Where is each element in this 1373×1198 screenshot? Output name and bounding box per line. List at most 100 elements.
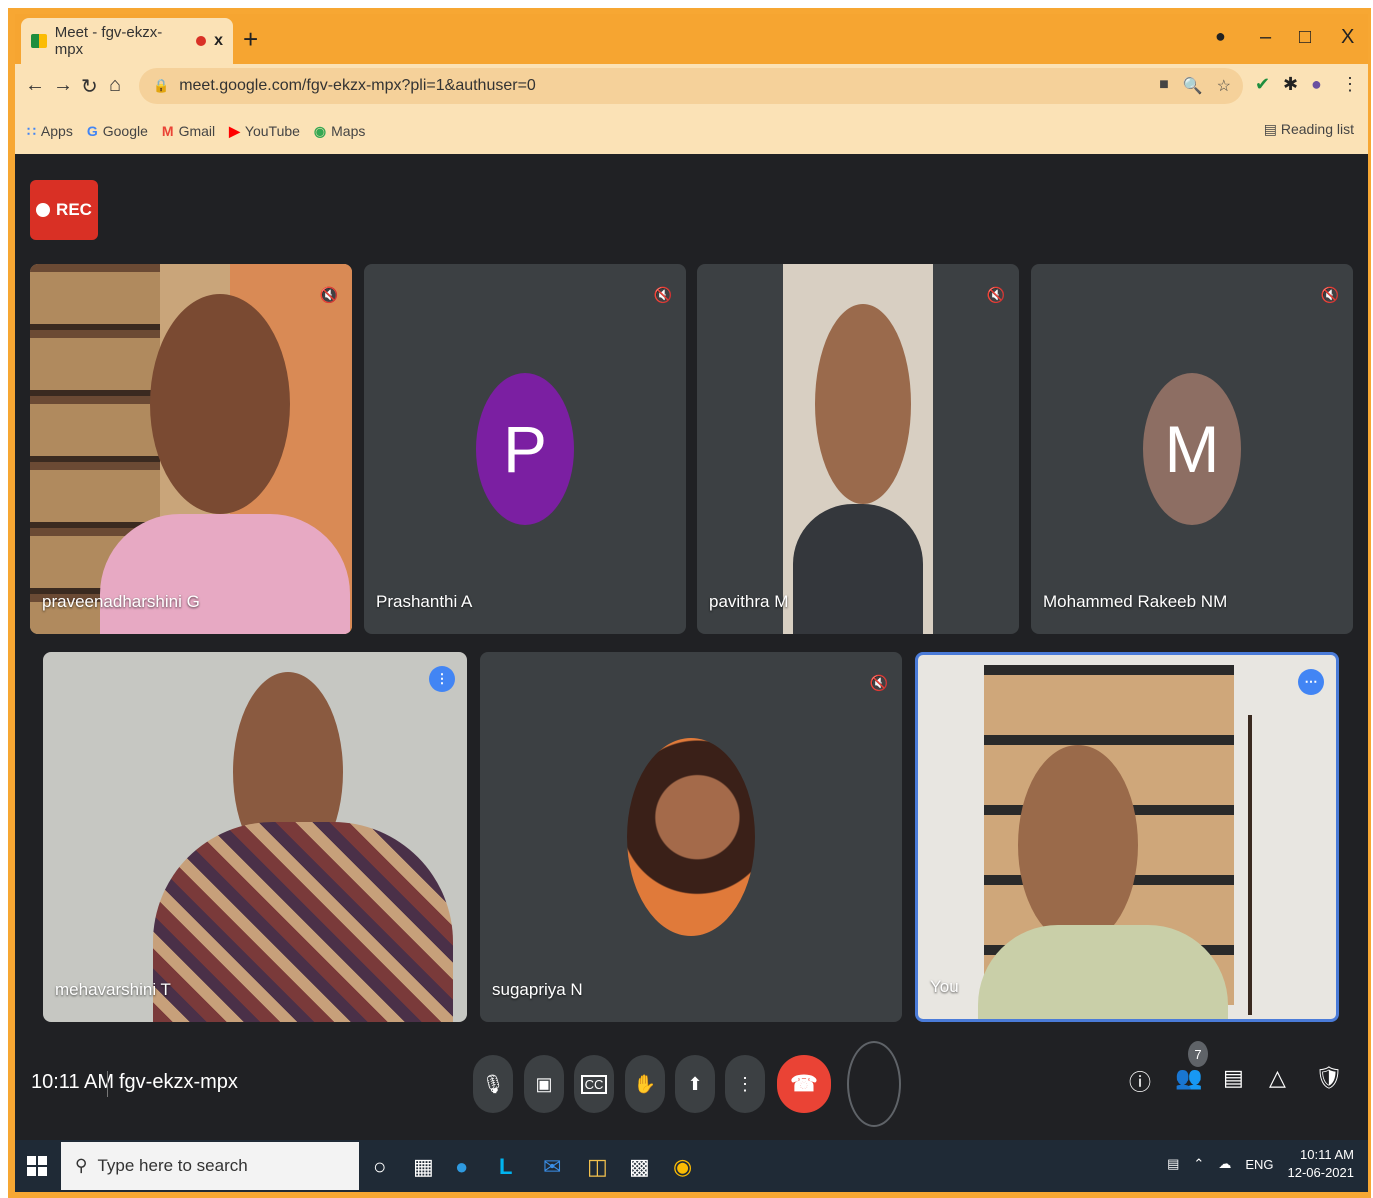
reload-button[interactable]: ↻	[81, 74, 98, 99]
participant-name: Mohammed Rakeeb NM	[1043, 592, 1228, 611]
host-controls-icon[interactable]: 🛡	[1315, 1065, 1343, 1091]
activities-icon[interactable]: △	[1269, 1065, 1286, 1091]
bookmark-label: Gmail	[178, 123, 216, 139]
participant-name: pavithra M	[709, 592, 789, 611]
home-button[interactable]: ⌂	[109, 74, 121, 97]
camera-in-use-icon[interactable]: ■	[1159, 76, 1169, 96]
meeting-details-icon[interactable]: ⓘ	[1129, 1065, 1151, 1097]
system-tray: ▤ ⌃ ☁ ENG 10:11 AM 12-06-2021	[1167, 1146, 1354, 1182]
bookmark-star-icon[interactable]: ☆	[1217, 76, 1231, 96]
muted-mic-icon: 🔇	[986, 287, 1006, 304]
app-l-icon[interactable]: L	[499, 1154, 512, 1180]
bookmark-label: Apps	[40, 123, 73, 139]
muted-mic-icon: 🔇	[653, 287, 673, 304]
meeting-controls-bar: 10:11 AM fgv-ekzx-mpx 🎙 ▣ CC ✋ ⬆ ⋮ ☎ ⓘ 👥…	[15, 1035, 1368, 1140]
tab-title: Meet - fgv-ekzx-mpx	[54, 24, 163, 58]
bookmark-youtube[interactable]: ▶ YouTube	[229, 123, 300, 140]
back-button[interactable]: ←	[25, 74, 45, 97]
participant-tile[interactable]: 🔇 pavithra M	[697, 264, 1019, 634]
windows-taskbar: ⚲ Type here to search ○ ▦ ● L ✉ ◫ ▩ ◉ ▤ …	[15, 1140, 1368, 1192]
participant-name: You	[930, 977, 959, 996]
captions-icon: CC	[580, 1074, 608, 1094]
divider	[107, 1071, 108, 1097]
recording-indicator-icon	[196, 36, 207, 46]
notification-icon[interactable]: ▤	[1167, 1156, 1179, 1172]
leave-call-button[interactable]: ☎	[777, 1055, 831, 1113]
profile-dot-icon[interactable]: ●	[1215, 26, 1226, 47]
file-explorer-icon[interactable]: ◫	[587, 1154, 608, 1180]
bookmark-gmail[interactable]: M Gmail	[162, 123, 215, 139]
people-icon[interactable]: 👥	[1175, 1065, 1202, 1091]
gmail-icon: M	[161, 123, 174, 139]
meet-favicon-icon	[31, 34, 47, 48]
chrome-icon[interactable]: ◉	[673, 1154, 692, 1180]
youtube-icon: ▶	[229, 122, 240, 139]
new-tab-button[interactable]: +	[243, 24, 258, 55]
rec-label: REC	[56, 200, 92, 219]
mail-icon[interactable]: ✉	[543, 1154, 561, 1180]
maximize-button[interactable]: □	[1299, 26, 1311, 49]
chat-icon[interactable]: ▤	[1223, 1065, 1244, 1091]
minimize-button[interactable]: –	[1260, 26, 1271, 49]
browser-tab-meet[interactable]: Meet - fgv-ekzx-mpx x	[21, 18, 233, 64]
participant-tile[interactable]: 🔇 praveenadharshini G	[30, 264, 352, 634]
microphone-button[interactable]: 🎙	[473, 1055, 513, 1113]
search-icon: ⚲	[75, 1156, 88, 1175]
extension-check-icon[interactable]: ✔	[1255, 74, 1270, 95]
participant-avatar: M	[1143, 373, 1241, 525]
participant-name: sugapriya N	[492, 980, 583, 999]
bookmark-label: Maps	[331, 123, 366, 139]
task-view-icon[interactable]: ▦	[413, 1154, 434, 1180]
camera-button[interactable]: ▣	[524, 1055, 564, 1113]
present-icon: ⬆	[687, 1073, 703, 1094]
participant-avatar: P	[476, 373, 574, 525]
bookmark-google[interactable]: G Google	[87, 123, 148, 139]
ghost-circle-overlay	[847, 1041, 901, 1127]
chevron-up-icon[interactable]: ⌃	[1193, 1156, 1204, 1172]
windows-start-icon[interactable]	[27, 1156, 47, 1176]
google-icon: G	[86, 123, 98, 139]
participant-tile[interactable]: M 🔇 Mohammed Rakeeb NM	[1031, 264, 1353, 634]
muted-mic-icon: 🔇	[1320, 287, 1340, 304]
profile-avatar-icon[interactable]: ●	[1311, 74, 1322, 95]
participant-tile[interactable]: P 🔇 Prashanthi A	[364, 264, 686, 634]
more-vert-icon: ⋮	[736, 1073, 754, 1094]
tab-close-button[interactable]: x	[214, 32, 223, 50]
bookmark-label: Google	[102, 123, 148, 139]
system-clock[interactable]: 10:11 AM 12-06-2021	[1288, 1146, 1355, 1182]
end-call-icon: ☎	[790, 1071, 818, 1096]
maps-icon: ◉	[313, 122, 327, 139]
language-indicator[interactable]: ENG	[1245, 1157, 1273, 1172]
taskbar-search-input[interactable]: ⚲ Type here to search	[61, 1142, 359, 1190]
extensions-puzzle-icon[interactable]: ✱	[1283, 74, 1298, 95]
bookmark-maps[interactable]: ◉ Maps	[314, 123, 365, 140]
bookmark-apps[interactable]: ∷ Apps	[27, 123, 73, 140]
address-bar[interactable]: 🔒 meet.google.com/fgv-ekzx-mpx?pli=1&aut…	[139, 68, 1243, 104]
zoom-icon[interactable]: 🔍	[1183, 76, 1203, 96]
raise-hand-button[interactable]: ✋	[625, 1055, 665, 1113]
participant-name: praveenadharshini G	[42, 592, 200, 611]
browser-menu-icon[interactable]: ⋮	[1341, 74, 1359, 95]
participant-tile[interactable]: ⋮ mehavarshini T	[43, 652, 467, 1022]
self-view-tile[interactable]: ⋯ You	[915, 652, 1339, 1022]
camera-icon: ▣	[535, 1073, 553, 1094]
forward-button[interactable]: →	[53, 74, 73, 97]
present-button[interactable]: ⬆	[675, 1055, 715, 1113]
meet-stage: REC 🔇 praveenadharshini G P 🔇 Prashanthi…	[15, 154, 1368, 1140]
cortana-icon[interactable]: ○	[373, 1154, 386, 1180]
meeting-code: fgv-ekzx-mpx	[119, 1071, 238, 1093]
edge-icon[interactable]: ●	[455, 1154, 468, 1180]
captions-button[interactable]: CC	[574, 1055, 614, 1113]
participant-tile[interactable]: 🔇 sugapriya N	[480, 652, 902, 1022]
url-text: meet.google.com/fgv-ekzx-mpx?pli=1&authu…	[179, 77, 536, 94]
store-icon[interactable]: ▩	[629, 1154, 650, 1180]
bookmark-label: YouTube	[244, 123, 300, 139]
close-window-button[interactable]: X	[1341, 26, 1354, 49]
more-options-icon[interactable]: ⋯	[1298, 669, 1324, 695]
lock-icon: 🔒	[153, 78, 170, 93]
more-options-button[interactable]: ⋮	[725, 1055, 765, 1113]
clock-date: 12-06-2021	[1287, 1165, 1355, 1180]
onedrive-icon[interactable]: ☁	[1218, 1156, 1231, 1172]
reading-list-button[interactable]: ▤ Reading list	[1264, 121, 1354, 138]
speaking-indicator-icon: ⋮	[429, 666, 455, 692]
